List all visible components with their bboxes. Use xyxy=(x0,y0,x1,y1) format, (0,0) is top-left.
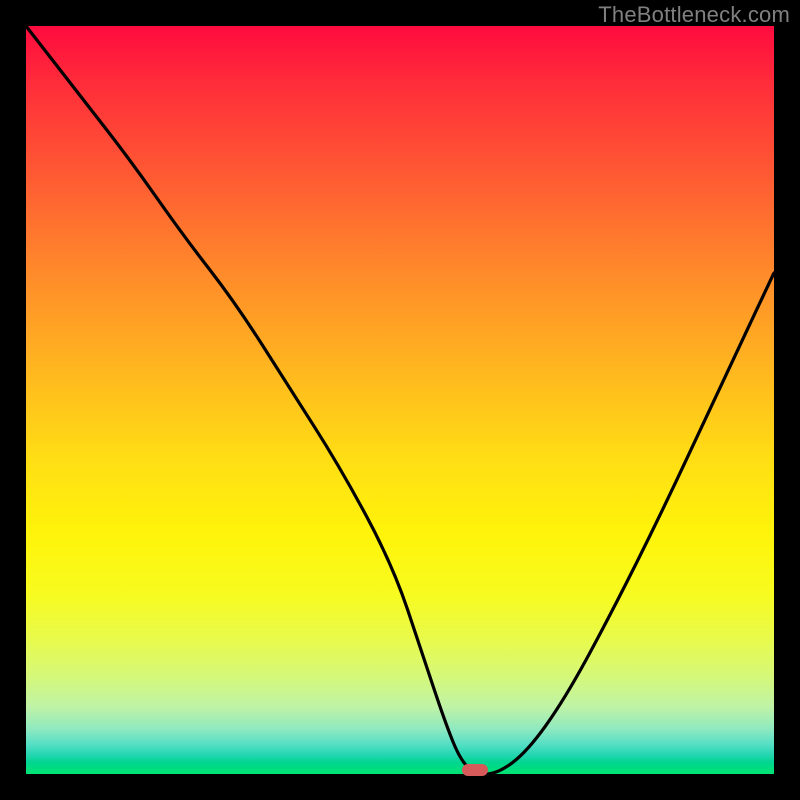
chart-container: TheBottleneck.com xyxy=(0,0,800,800)
watermark-text: TheBottleneck.com xyxy=(598,2,790,28)
minimum-marker xyxy=(462,764,488,776)
plot-area xyxy=(26,26,774,774)
bottleneck-curve xyxy=(26,26,774,774)
